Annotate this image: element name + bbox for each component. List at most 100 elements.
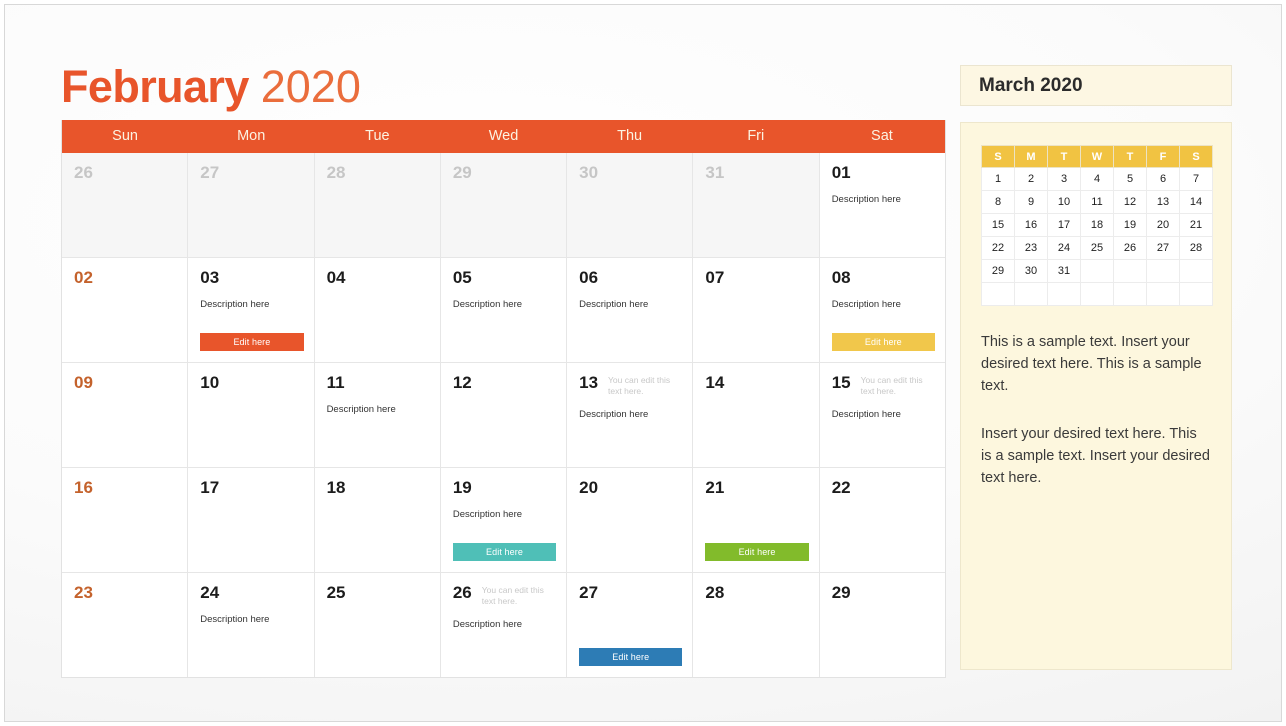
calendar-day-cell[interactable]: 24 Description here bbox=[187, 573, 314, 677]
calendar-day-cell[interactable]: 16 bbox=[62, 468, 188, 572]
mini-calendar-date-cell[interactable]: 27 bbox=[1146, 236, 1180, 260]
calendar-day-cell[interactable]: 26 bbox=[62, 153, 188, 257]
mini-calendar-date-cell[interactable]: 1 bbox=[981, 167, 1015, 191]
edit-here-button[interactable]: Edit here bbox=[579, 648, 683, 666]
calendar-day-cell[interactable]: 27 bbox=[187, 153, 314, 257]
calendar-day-cell[interactable]: 05 Description here bbox=[439, 258, 567, 362]
mini-calendar-week-row: 22 23 24 25 26 27 28 bbox=[981, 236, 1213, 260]
mini-calendar-date-cell bbox=[1113, 259, 1147, 283]
calendar-day-cell[interactable]: 29 bbox=[439, 153, 567, 257]
calendar-edit-note[interactable]: You can edit this text here. bbox=[608, 375, 680, 397]
mini-calendar-date-cell[interactable]: 20 bbox=[1146, 213, 1180, 237]
mini-calendar-date-cell[interactable]: 5 bbox=[1113, 167, 1147, 191]
calendar-day-cell[interactable]: 23 bbox=[62, 573, 188, 677]
calendar-day-cell[interactable]: 13 You can edit this text here. Descriptio… bbox=[566, 363, 693, 467]
calendar-day-cell[interactable]: 14 bbox=[692, 363, 819, 467]
calendar-day-cell[interactable]: 18 bbox=[313, 468, 440, 572]
mini-calendar-date-cell[interactable]: 29 bbox=[981, 259, 1015, 283]
calendar-day-description[interactable]: Description here bbox=[832, 409, 935, 420]
calendar-day-description[interactable]: Description here bbox=[579, 409, 682, 420]
edit-here-button[interactable]: Edit here bbox=[452, 543, 557, 561]
edit-here-button[interactable]: Edit here bbox=[705, 543, 809, 561]
mini-calendar-date-cell[interactable]: 19 bbox=[1113, 213, 1147, 237]
calendar-day-description[interactable]: Description here bbox=[832, 194, 935, 205]
mini-calendar-week-row bbox=[981, 282, 1213, 306]
mini-calendar-day-header: T bbox=[1047, 145, 1081, 168]
mini-calendar-date-cell[interactable]: 8 bbox=[981, 190, 1015, 214]
mini-calendar-date-cell[interactable]: 10 bbox=[1047, 190, 1081, 214]
mini-calendar-date-cell[interactable]: 24 bbox=[1047, 236, 1081, 260]
mini-calendar-date-cell[interactable]: 18 bbox=[1080, 213, 1114, 237]
calendar-day-cell[interactable]: 27 Edit here bbox=[566, 573, 693, 677]
calendar-day-description[interactable]: Description here bbox=[579, 299, 682, 310]
calendar-day-cell[interactable]: 08 Description here Edit here bbox=[818, 258, 945, 362]
month-calendar: Sun Mon Tue Wed Thu Fri Sat 26 27 28 29 30 31 01 Desc… bbox=[61, 120, 946, 678]
calendar-date-number: 27 bbox=[200, 163, 220, 182]
calendar-day-cell[interactable]: 15 You can edit this text here. Descriptio… bbox=[818, 363, 945, 467]
mini-calendar-date-cell[interactable]: 31 bbox=[1047, 259, 1081, 283]
mini-calendar-date-cell[interactable]: 15 bbox=[981, 213, 1015, 237]
calendar-day-cell[interactable]: 12 bbox=[439, 363, 567, 467]
mini-calendar-date-cell[interactable]: 25 bbox=[1080, 236, 1114, 260]
mini-calendar-date-cell[interactable]: 26 bbox=[1113, 236, 1147, 260]
edit-here-button[interactable]: Edit here bbox=[831, 333, 935, 351]
calendar-day-cell[interactable]: 25 bbox=[313, 573, 440, 677]
calendar-day-cell[interactable]: 02 bbox=[62, 258, 188, 362]
calendar-day-cell-top: 09 bbox=[74, 374, 177, 392]
calendar-day-description[interactable]: Description here bbox=[453, 619, 556, 630]
mini-calendar-date-cell[interactable]: 7 bbox=[1179, 167, 1213, 191]
calendar-day-cell[interactable]: 28 bbox=[313, 153, 440, 257]
edit-here-button[interactable]: Edit here bbox=[200, 333, 304, 351]
calendar-day-cell[interactable]: 11 Description here bbox=[313, 363, 440, 467]
mini-calendar-date-cell[interactable]: 2 bbox=[1014, 167, 1048, 191]
calendar-day-cell[interactable]: 29 bbox=[818, 573, 945, 677]
calendar-day-description[interactable]: Description here bbox=[327, 404, 430, 415]
calendar-day-cell[interactable]: 06 Description here bbox=[566, 258, 693, 362]
calendar-day-cell-top: 03 bbox=[200, 269, 303, 287]
calendar-date-number: 26 bbox=[452, 583, 472, 602]
title-year: 2020 bbox=[260, 61, 361, 112]
calendar-day-cell[interactable]: 30 bbox=[566, 153, 693, 257]
mini-calendar-date-cell[interactable]: 6 bbox=[1146, 167, 1180, 191]
calendar-date-number: 11 bbox=[326, 373, 345, 392]
mini-calendar-date-cell[interactable]: 12 bbox=[1113, 190, 1147, 214]
mini-calendar-date-cell[interactable]: 22 bbox=[981, 236, 1015, 260]
calendar-day-description[interactable]: Description here bbox=[200, 299, 303, 310]
calendar-day-cell[interactable]: 20 bbox=[566, 468, 693, 572]
mini-calendar-date-cell[interactable]: 30 bbox=[1014, 259, 1048, 283]
calendar-day-cell[interactable]: 07 bbox=[692, 258, 819, 362]
calendar-day-cell[interactable]: 26 You can edit this text here. Descriptio… bbox=[439, 573, 567, 677]
calendar-day-cell-top: 26 bbox=[74, 164, 177, 182]
mini-calendar-date-cell[interactable]: 13 bbox=[1146, 190, 1180, 214]
mini-calendar-date-cell[interactable]: 17 bbox=[1047, 213, 1081, 237]
calendar-day-description[interactable]: Description here bbox=[453, 299, 556, 310]
calendar-day-cell[interactable]: 19 Description here Edit here bbox=[439, 468, 567, 572]
calendar-day-description[interactable]: Description here bbox=[453, 509, 556, 520]
calendar-day-description[interactable]: Description here bbox=[832, 299, 935, 310]
calendar-day-cell[interactable]: 22 bbox=[818, 468, 945, 572]
calendar-day-cell[interactable]: 01 Description here bbox=[818, 153, 945, 257]
calendar-day-cell[interactable]: 09 bbox=[62, 363, 188, 467]
mini-calendar-date-cell[interactable]: 16 bbox=[1014, 213, 1048, 237]
calendar-day-cell[interactable]: 28 bbox=[692, 573, 819, 677]
calendar-edit-note[interactable]: You can edit this text here. bbox=[482, 585, 554, 607]
calendar-day-cell[interactable]: 21 Edit here bbox=[692, 468, 819, 572]
calendar-day-cell[interactable]: 04 bbox=[313, 258, 440, 362]
calendar-day-cell[interactable]: 03 Description here Edit here bbox=[187, 258, 314, 362]
calendar-day-cell[interactable]: 31 bbox=[692, 153, 819, 257]
calendar-day-description[interactable]: Description here bbox=[200, 614, 303, 625]
mini-calendar-date-cell[interactable]: 4 bbox=[1080, 167, 1114, 191]
mini-calendar-date-cell bbox=[1179, 259, 1213, 283]
calendar-edit-note[interactable]: You can edit this text here. bbox=[861, 375, 933, 397]
calendar-day-cell-top: 30 bbox=[579, 164, 682, 182]
mini-calendar-date-cell[interactable]: 9 bbox=[1014, 190, 1048, 214]
mini-calendar-date-cell[interactable]: 11 bbox=[1080, 190, 1114, 214]
mini-calendar-date-cell[interactable]: 3 bbox=[1047, 167, 1081, 191]
calendar-day-cell[interactable]: 10 bbox=[187, 363, 314, 467]
mini-calendar-date-cell bbox=[981, 282, 1015, 306]
calendar-day-cell[interactable]: 17 bbox=[187, 468, 314, 572]
mini-calendar-date-cell[interactable]: 21 bbox=[1179, 213, 1213, 237]
mini-calendar-date-cell[interactable]: 28 bbox=[1179, 236, 1213, 260]
mini-calendar-date-cell[interactable]: 23 bbox=[1014, 236, 1048, 260]
mini-calendar-date-cell[interactable]: 14 bbox=[1179, 190, 1213, 214]
